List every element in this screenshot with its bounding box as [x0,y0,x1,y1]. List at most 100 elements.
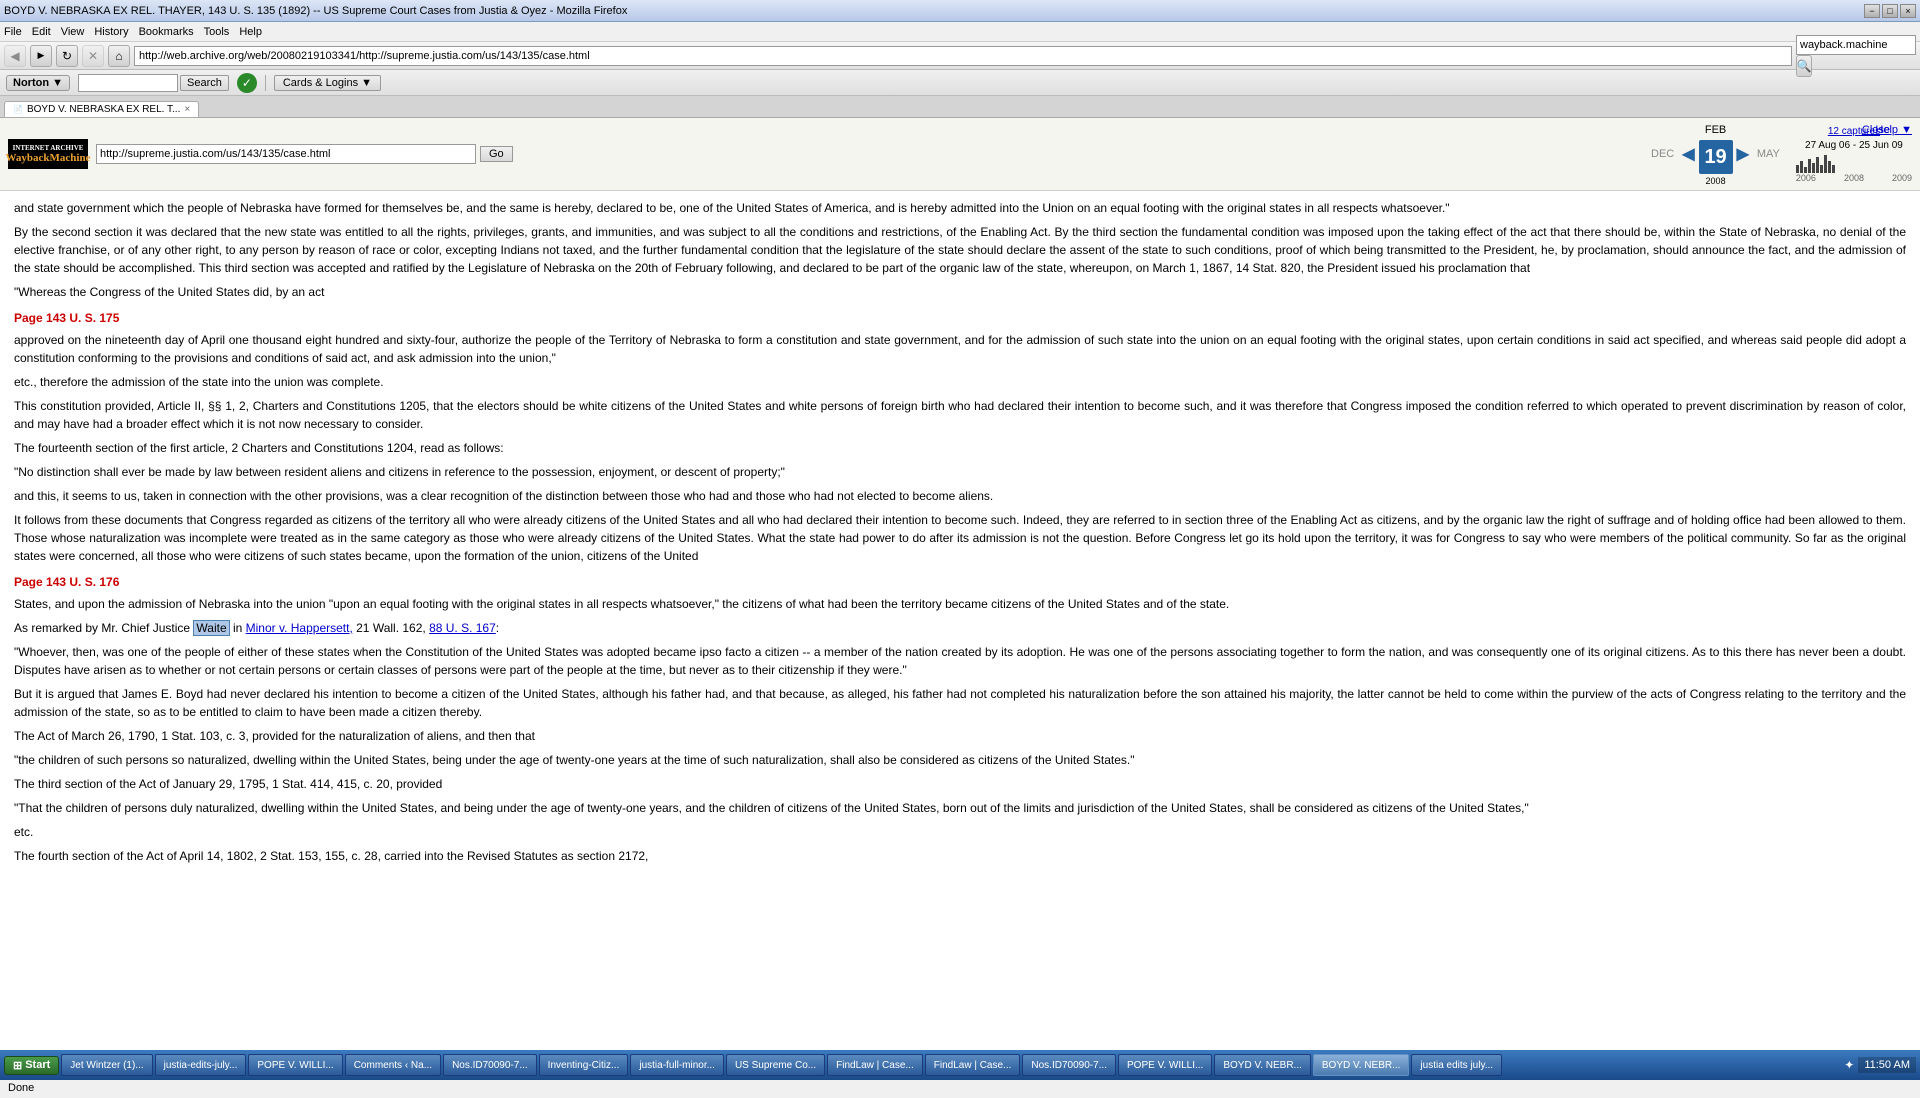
wayback-prev-arrow[interactable]: ◀ [1682,144,1694,164]
year-prev: 2006 [1796,173,1816,183]
content-para-20: The fourth section of the Act of April 1… [14,847,1906,865]
para8-text: "No distinction shall ever be made by la… [14,465,785,479]
para20-text: The fourth section of the Act of April 1… [14,849,648,863]
year-labels: 2006 2008 2009 [1796,173,1912,183]
menu-bookmarks[interactable]: Bookmarks [139,26,194,38]
taskbar-item-13[interactable]: BOYD V. NEBR... [1313,1054,1410,1076]
forward-button[interactable]: ▶ [30,45,52,67]
content-para-5: etc., therefore the admission of the sta… [14,373,1906,391]
us167-link[interactable]: 88 U. S. 167 [429,621,496,635]
tab-close-button[interactable]: × [184,104,190,115]
wayback-feb[interactable]: FEB [1701,122,1730,138]
content-para-13: "Whoever, then, was one of the people of… [14,643,1906,679]
taskbar-item-14[interactable]: justia edits july... [1411,1054,1502,1076]
active-tab[interactable]: 📄 BOYD V. NEBRASKA EX REL. T... × [4,101,199,117]
para16-text: "the children of such persons so natural… [14,753,1135,767]
para11-text: States, and upon the admission of Nebras… [14,597,1229,611]
wayback-year: 2008 [1706,176,1726,186]
content-para-7: The fourteenth section of the first arti… [14,439,1906,457]
content-para-16: "the children of such persons so natural… [14,751,1906,769]
taskbar-item-8[interactable]: FindLaw | Case... [827,1054,923,1076]
wayback-url-input[interactable] [96,144,476,164]
address-text: http://web.archive.org/web/2008021910334… [139,50,590,62]
address-bar[interactable]: http://web.archive.org/web/2008021910334… [134,46,1792,66]
taskbar-item-6[interactable]: justia-full-minor... [630,1054,724,1076]
taskbar-item-1[interactable]: justia-edits-july... [155,1054,247,1076]
captures-range: 27 Aug 06 - 25 Jun 09 [1805,140,1903,151]
taskbar-item-0[interactable]: Jet Wintzer (1)... [61,1054,152,1076]
para5-text: etc., therefore the admission of the sta… [14,375,384,389]
para13-text: "Whoever, then, was one of the people of… [14,645,1906,677]
menu-tools[interactable]: Tools [204,26,230,38]
para12-pre: As remarked by Mr. Chief Justice [14,621,193,635]
para15-text: The Act of March 26, 1790, 1 Stat. 103, … [14,729,535,743]
menu-view[interactable]: View [61,26,85,38]
taskbar-item-4[interactable]: Nos.ID70090-7... [443,1054,537,1076]
clock: 11:50 AM [1858,1057,1916,1073]
wayback-url-bar: Go [96,144,1639,164]
start-windows-icon: ⊞ [13,1059,22,1072]
wayback-help-button[interactable]: Help ▼ [1875,124,1912,136]
close-button[interactable]: × [1900,4,1916,18]
menu-edit[interactable]: Edit [32,26,51,38]
wayback-logo: INTERNET ARCHIVE WaybackMachine [8,139,88,169]
minor-link[interactable]: Minor v. Happersett, [246,621,353,635]
norton-search-button[interactable]: Search [180,75,229,91]
window-controls: − □ × [1864,4,1916,18]
content-para-14: But it is argued that James E. Boyd had … [14,685,1906,721]
wayback-may[interactable]: MAY [1753,146,1784,162]
home-button[interactable]: ⌂ [108,45,130,67]
wayback-go-button[interactable]: Go [480,146,513,162]
main-content: and state government which the people of… [0,191,1920,1050]
norton-bar: Norton ▼ Search ✓ Cards & Logins ▼ [0,70,1920,96]
content-para-9: and this, it seems to us, taken in conne… [14,487,1906,505]
menu-bar: File Edit View History Bookmarks Tools H… [0,22,1920,42]
para14-text: But it is argued that James E. Boyd had … [14,687,1906,719]
timeline-bars [1796,153,1912,173]
nav-bar: ◀ ▶ ↻ ✕ ⌂ http://web.archive.org/web/200… [0,42,1920,70]
norton-cards-button[interactable]: Cards & Logins ▼ [274,75,381,91]
maximize-button[interactable]: □ [1882,4,1898,18]
page-marker-1: Page 143 U. S. 175 [14,309,1906,327]
para2-text: By the second section it was declared th… [14,225,1906,275]
content-para-12: As remarked by Mr. Chief Justice Waite i… [14,619,1906,637]
separator [265,75,266,91]
wayback-dec[interactable]: DEC [1647,146,1678,162]
taskbar-right: ✦ 11:50 AM [1844,1057,1916,1073]
taskbar-item-10[interactable]: Nos.ID70090-7... [1022,1054,1116,1076]
para1-text: and state government which the people of… [14,201,1450,215]
taskbar-item-5[interactable]: Inventing-Citiz... [539,1054,629,1076]
taskbar-item-7[interactable]: US Supreme Co... [726,1054,825,1076]
nav-search-button[interactable]: 🔍 [1796,55,1812,77]
waite-highlight: Waite [193,620,229,636]
content-para-2: By the second section it was declared th… [14,223,1906,277]
norton-search-box: Search [78,74,229,92]
taskbar-item-3[interactable]: Comments ‹ Na... [345,1054,441,1076]
menu-file[interactable]: File [4,26,22,38]
wayback-day[interactable]: 19 [1699,140,1733,174]
content-para-15: The Act of March 26, 1790, 1 Stat. 103, … [14,727,1906,745]
tab-bar: 📄 BOYD V. NEBRASKA EX REL. T... × [0,96,1920,118]
wayback-next-arrow[interactable]: ▶ [1737,144,1749,164]
taskbar-icon-star: ✦ [1844,1058,1854,1072]
nav-search-input[interactable] [1796,35,1916,55]
reload-button[interactable]: ↻ [56,45,78,67]
para7-text: The fourteenth section of the first arti… [14,441,504,455]
minimize-button[interactable]: − [1864,4,1880,18]
start-button[interactable]: ⊞ Start [4,1056,59,1075]
norton-check-icon[interactable]: ✓ [237,73,257,93]
para10-text: It follows from these documents that Con… [14,513,1906,563]
taskbar-item-12[interactable]: BOYD V. NEBR... [1214,1054,1311,1076]
menu-history[interactable]: History [94,26,128,38]
taskbar-item-2[interactable]: POPE V. WILLI... [248,1054,342,1076]
stop-button[interactable]: ✕ [82,45,104,67]
back-button[interactable]: ◀ [4,45,26,67]
window-title: BOYD V. NEBRASKA EX REL. THAYER, 143 U. … [4,5,627,17]
menu-help[interactable]: Help [239,26,262,38]
norton-label[interactable]: Norton ▼ [6,75,70,91]
norton-search-input[interactable] [78,74,178,92]
taskbar-item-9[interactable]: FindLaw | Case... [925,1054,1021,1076]
taskbar-item-11[interactable]: POPE V. WILLI... [1118,1054,1212,1076]
content-para-19: etc. [14,823,1906,841]
page-marker-2: Page 143 U. S. 176 [14,573,1906,591]
